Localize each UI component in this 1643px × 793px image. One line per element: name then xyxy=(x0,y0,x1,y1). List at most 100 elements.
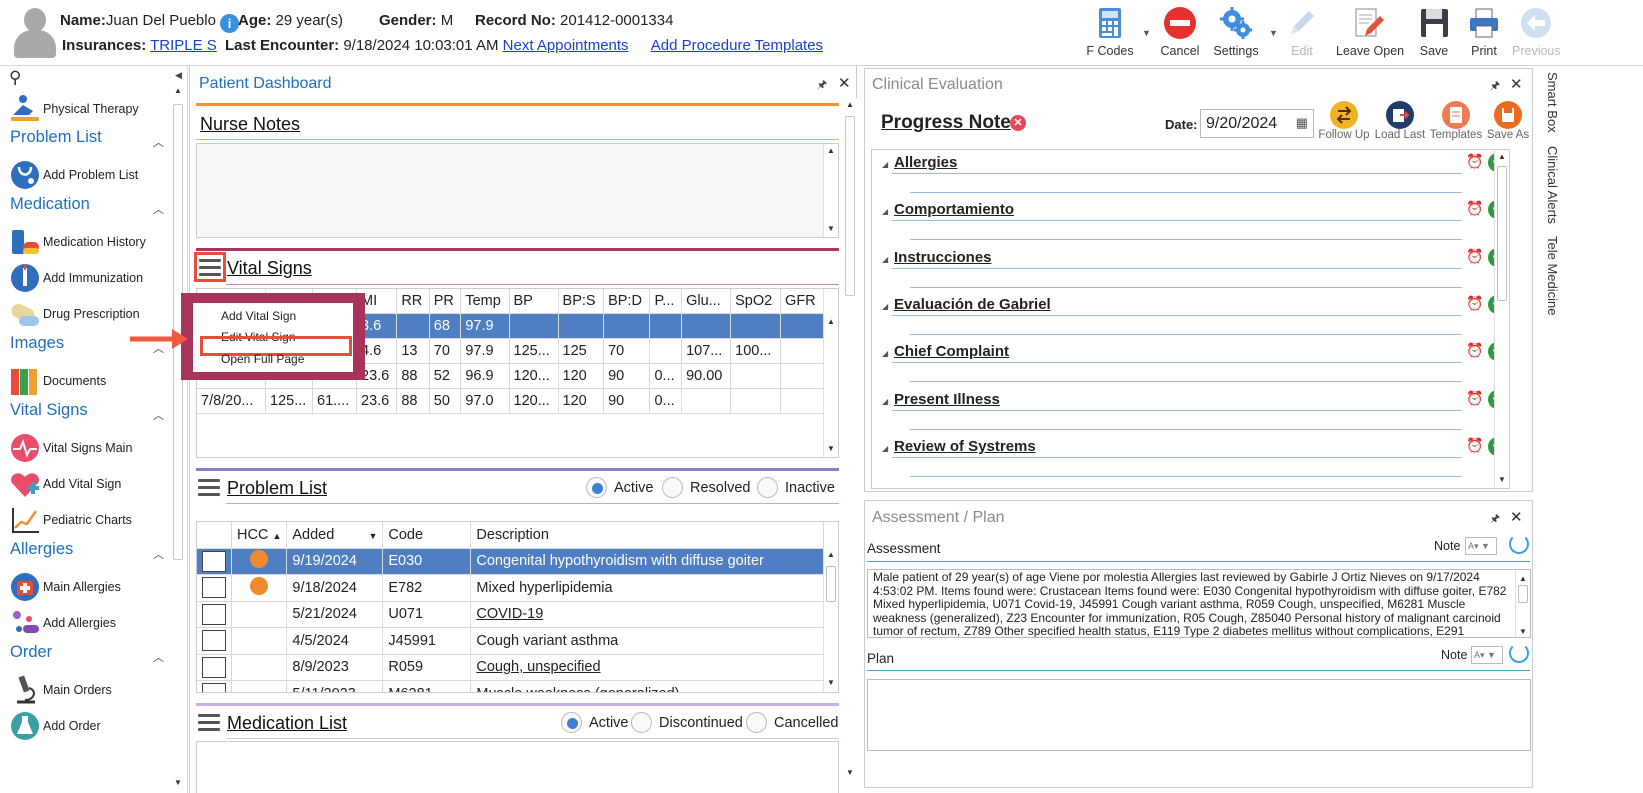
sidebar-item-documents[interactable]: Documents xyxy=(9,364,106,398)
table-row[interactable]: 8/9/2023 R059 Cough, unspecified xyxy=(197,653,824,681)
scroll-down-icon[interactable]: ▼ xyxy=(1516,625,1530,637)
tab-smart-box[interactable]: Smart Box xyxy=(1545,72,1560,133)
templates-button[interactable]: Templates xyxy=(1429,101,1483,141)
table-row[interactable]: 5/21/2024 U071 COVID-19 xyxy=(197,600,824,628)
info-icon[interactable]: i xyxy=(220,14,240,33)
sidebar-section-medication[interactable]: Medication xyxy=(10,195,90,214)
chevron-up-icon[interactable]: ︿ xyxy=(153,407,164,423)
med-filter-active-radio[interactable]: Active xyxy=(561,712,629,733)
sidebar-item-add-allergies[interactable]: Add Allergies xyxy=(9,606,116,640)
sidebar-item-physical-therapy[interactable]: Physical Therapy xyxy=(9,92,139,126)
date-input[interactable]: 9/20/2024 ▦ xyxy=(1200,109,1314,138)
vital-column[interactable]: PR xyxy=(428,289,462,314)
row-checkbox[interactable] xyxy=(197,680,232,692)
menu-item-add-vital-sign[interactable]: Add Vital Sign xyxy=(221,309,296,323)
scroll-down-icon[interactable]: ▼ xyxy=(824,224,838,233)
vital-column[interactable]: Temp xyxy=(460,289,510,314)
scroll-down-icon[interactable]: ▼ xyxy=(824,444,838,453)
table-row[interactable]: 5/11/2023M6281Muscle weakness (generaliz… xyxy=(197,680,824,692)
scroll-up-icon[interactable]: ▲ xyxy=(824,146,838,155)
column-code[interactable]: Code xyxy=(382,522,472,549)
expand-triangle-icon[interactable]: ◢ xyxy=(882,349,888,358)
hamburger-icon[interactable] xyxy=(198,714,220,732)
sidebar-item-add-order[interactable]: Add Order xyxy=(9,709,101,743)
dashboard-scrollbar[interactable]: ▲ ▼ xyxy=(843,98,858,793)
pin-icon[interactable]: 🖈 xyxy=(817,76,827,95)
row-checkbox[interactable] xyxy=(197,574,232,602)
filter-inactive-radio[interactable]: Inactive xyxy=(757,477,835,498)
filter-resolved-radio[interactable]: Resolved xyxy=(662,477,750,498)
filter-active-radio[interactable]: Active xyxy=(586,477,654,498)
med-filter-discontinued-radio[interactable]: Discontinued xyxy=(631,712,743,733)
description-cell[interactable]: COVID-19 xyxy=(470,600,824,628)
tab-tele-medicine[interactable]: Tele Medicine xyxy=(1545,236,1560,316)
nurse-notes-textarea[interactable]: ▲ ▼ xyxy=(196,143,839,238)
expand-triangle-icon[interactable]: ◢ xyxy=(882,160,888,169)
assessment-textarea[interactable]: Male patient of 29 year(s) of age Viene … xyxy=(867,569,1531,638)
chevron-up-icon[interactable]: ︿ xyxy=(153,649,164,665)
scroll-up-icon[interactable]: ▲ xyxy=(824,317,838,326)
vital-column[interactable]: BP xyxy=(508,289,559,314)
save-button[interactable]: Save xyxy=(1416,6,1452,58)
scroll-up-icon[interactable]: ▲ xyxy=(824,550,838,559)
leave-open-button[interactable]: Leave Open xyxy=(1336,6,1404,58)
section-title[interactable]: Evaluación de Gabriel xyxy=(894,296,1051,313)
column-description[interactable]: Description xyxy=(470,522,824,549)
settings-dropdown-icon[interactable]: ▼ xyxy=(1269,28,1278,38)
description-cell[interactable]: Cough, unspecified xyxy=(470,653,824,681)
vital-column[interactable]: BP:S xyxy=(557,289,605,314)
table-row[interactable]: 4/5/2024 J45991 Cough variant asthma xyxy=(197,627,824,655)
sidebar-item-add-vital-sign[interactable]: Add Vital Sign xyxy=(9,467,121,501)
plan-textarea[interactable] xyxy=(867,679,1531,751)
close-icon[interactable]: ✕ xyxy=(838,74,851,92)
alarm-clock-icon[interactable]: ⏰ xyxy=(1466,295,1483,312)
close-icon[interactable]: ✕ xyxy=(1510,508,1523,526)
refresh-icon[interactable] xyxy=(1509,534,1529,554)
collapse-sidebar-icon[interactable]: ◀ xyxy=(175,70,182,81)
chevron-up-icon[interactable]: ︿ xyxy=(153,201,164,217)
insurance-link[interactable]: TRIPLE S xyxy=(150,37,217,54)
vital-column[interactable]: GFR xyxy=(780,289,824,314)
sidebar-item-pediatric-charts[interactable]: Pediatric Charts xyxy=(9,503,132,537)
column-added[interactable]: Added ▼ xyxy=(286,522,384,549)
add-procedure-templates-link[interactable]: Add Procedure Templates xyxy=(651,37,823,54)
med-filter-cancelled-radio[interactable]: Cancelled xyxy=(746,712,839,733)
row-checkbox[interactable] xyxy=(197,547,232,575)
sidebar-item-main-allergies[interactable]: Main Allergies xyxy=(9,570,121,604)
expand-triangle-icon[interactable]: ◢ xyxy=(882,255,888,264)
sidebar-item-main-orders[interactable]: Main Orders xyxy=(9,673,112,707)
note-format-dropdown[interactable]: A▾ ▼ xyxy=(1465,537,1497,555)
alarm-clock-icon[interactable]: ⏰ xyxy=(1466,248,1483,265)
alarm-clock-icon[interactable]: ⏰ xyxy=(1466,437,1483,454)
expand-triangle-icon[interactable]: ◢ xyxy=(882,302,888,311)
cancel-button[interactable]: Cancel xyxy=(1160,6,1200,58)
section-title[interactable]: Allergies xyxy=(894,154,957,171)
vital-column[interactable]: Glu... xyxy=(681,289,732,314)
chevron-up-icon[interactable]: ︿ xyxy=(153,546,164,562)
settings-button[interactable]: Settings xyxy=(1212,6,1260,58)
expand-triangle-icon[interactable]: ◢ xyxy=(882,397,888,406)
remove-note-icon[interactable]: ✕ xyxy=(1010,115,1026,131)
previous-button[interactable]: Previous xyxy=(1512,6,1561,58)
sidebar-section-problem-list[interactable]: Problem List xyxy=(10,128,102,147)
refresh-icon[interactable] xyxy=(1509,643,1529,663)
plan-note-format-dropdown[interactable]: A▾ ▼ xyxy=(1471,646,1503,664)
scroll-down-icon[interactable]: ▼ xyxy=(824,678,838,687)
sidebar-item-add-immunization[interactable]: Add Immunization xyxy=(9,261,143,295)
calendar-icon[interactable]: ▦ xyxy=(1296,115,1308,131)
scroll-up-icon[interactable]: ▲ xyxy=(171,86,185,95)
scroll-down-icon[interactable]: ▼ xyxy=(1495,475,1509,484)
sidebar-item-medication-history[interactable]: Medication History xyxy=(9,225,146,259)
section-title[interactable]: Review of Systrems xyxy=(894,438,1036,455)
row-checkbox[interactable] xyxy=(197,653,232,681)
table-row[interactable]: 9/18/2024 E782 Mixed hyperlipidemia xyxy=(197,574,824,602)
section-title[interactable]: Comportamiento xyxy=(894,201,1014,218)
expand-triangle-icon[interactable]: ◢ xyxy=(882,207,888,216)
follow-up-button[interactable]: Follow Up xyxy=(1317,101,1371,141)
expand-triangle-icon[interactable]: ◢ xyxy=(882,444,888,453)
row-checkbox[interactable] xyxy=(197,627,232,655)
pin-icon[interactable]: 🖈 xyxy=(1490,510,1500,529)
close-icon[interactable]: ✕ xyxy=(1510,75,1523,93)
section-title[interactable]: Instrucciones xyxy=(894,249,992,266)
sidebar-section-allergies[interactable]: Allergies xyxy=(10,540,73,559)
